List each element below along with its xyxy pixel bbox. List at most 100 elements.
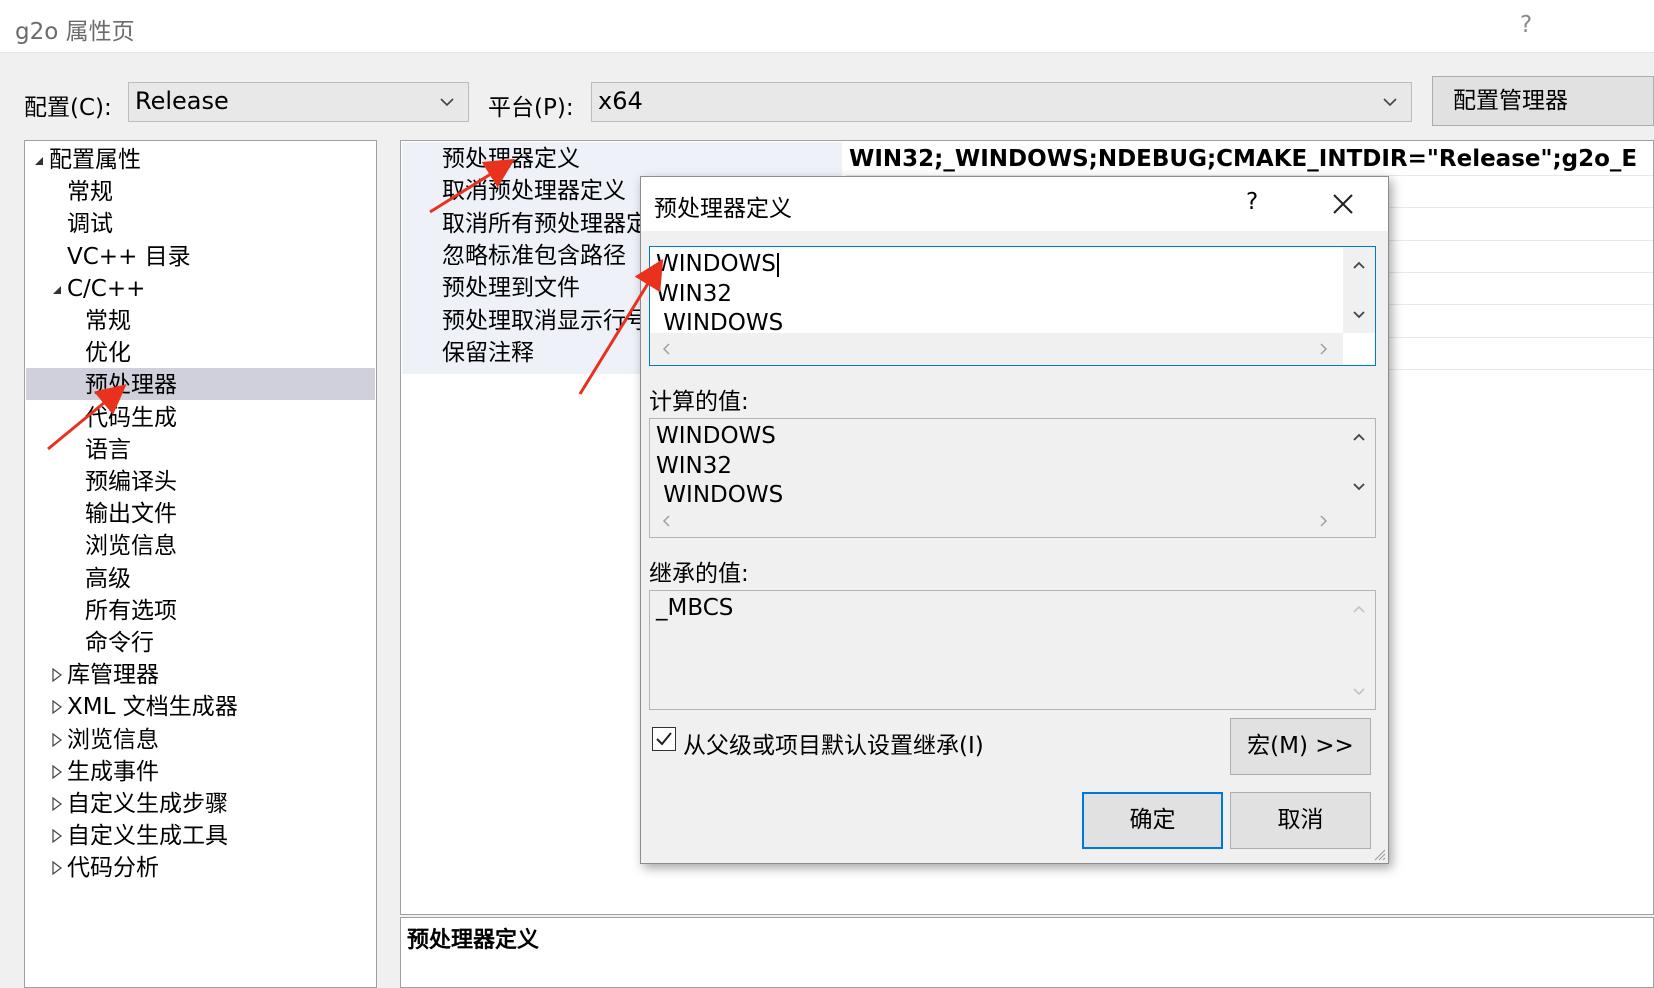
- config-label: 配置(C):: [24, 95, 112, 121]
- tree-item-label: 所有选项: [85, 597, 177, 624]
- collapsed-triangle-icon[interactable]: [51, 727, 63, 753]
- tree-item-label: 代码分析: [67, 855, 159, 882]
- property-name[interactable]: 忽略标准包含路径: [442, 240, 626, 272]
- dialog-titlebar: 预处理器定义 ?: [641, 177, 1388, 231]
- tree-item[interactable]: 优化: [85, 337, 131, 369]
- dialog-help-button[interactable]: ?: [1246, 189, 1258, 215]
- tree-item-label: 配置属性: [49, 147, 141, 173]
- collapsed-triangle-icon[interactable]: [51, 823, 63, 849]
- property-value[interactable]: WIN32;_WINDOWS;NDEBUG;CMAKE_INTDIR="Rele…: [849, 143, 1637, 175]
- tree-item-label: 输出文件: [85, 501, 177, 528]
- tree-item[interactable]: 调试: [67, 208, 113, 240]
- tree-item[interactable]: 生成事件: [51, 756, 159, 788]
- expanded-triangle-icon[interactable]: [51, 276, 63, 302]
- category-tree[interactable]: 配置属性 常规 调试 VC++ 目录 C/C++ 常规 优化 预处理器 代码生成 语言 预编译头 输出…: [24, 140, 377, 988]
- tree-item-label: 常规: [85, 308, 131, 334]
- config-dropdown-value: Release: [135, 87, 229, 115]
- tree-item-label: 预处理器: [85, 372, 177, 399]
- scroll-up-icon[interactable]: [1351, 257, 1367, 273]
- tree-item-label: 浏览信息: [85, 533, 177, 560]
- computed-horizontal-scrollbar[interactable]: [650, 505, 1343, 537]
- property-name[interactable]: 预处理取消显示行号: [442, 305, 649, 337]
- scroll-down-icon[interactable]: [1351, 307, 1367, 323]
- collapsed-triangle-icon[interactable]: [51, 855, 63, 881]
- property-name[interactable]: 预处理到文件: [442, 272, 580, 304]
- configuration-manager-button[interactable]: 配置管理器: [1432, 76, 1654, 126]
- tree-item[interactable]: 所有选项: [85, 595, 177, 627]
- scroll-down-icon[interactable]: [1351, 479, 1367, 495]
- list-line: WIN32: [656, 452, 732, 479]
- tree-item[interactable]: 代码分析: [51, 852, 159, 884]
- tree-item[interactable]: 命令行: [85, 627, 154, 659]
- tree-item-label: 常规: [67, 179, 113, 206]
- computed-vertical-scrollbar[interactable]: [1343, 419, 1375, 505]
- inherit-checkbox-label[interactable]: 从父级或项目默认设置继承(I): [683, 726, 984, 760]
- computed-values-box: WINDOWS WIN32 WINDOWS: [649, 418, 1376, 538]
- collapsed-triangle-icon[interactable]: [51, 791, 63, 817]
- tree-item[interactable]: XML 文档生成器: [51, 691, 238, 723]
- tree-item-label: 库管理器: [67, 662, 159, 689]
- collapsed-triangle-icon[interactable]: [51, 662, 63, 688]
- tree-item[interactable]: 自定义生成工具: [51, 820, 228, 852]
- platform-label: 平台(P):: [488, 95, 574, 121]
- tree-item[interactable]: 常规: [67, 176, 113, 208]
- tree-item[interactable]: 常规: [85, 305, 131, 337]
- tree-item-label: 优化: [85, 340, 131, 367]
- tree-item[interactable]: 高级: [85, 563, 131, 595]
- expanded-triangle-icon[interactable]: [33, 147, 45, 173]
- tree-item[interactable]: 配置属性: [33, 144, 141, 176]
- tree-item[interactable]: 语言: [85, 434, 131, 466]
- scroll-right-icon[interactable]: [1316, 513, 1332, 529]
- tree-item-label: VC++ 目录: [67, 243, 191, 270]
- scroll-up-icon[interactable]: [1351, 429, 1367, 445]
- close-icon[interactable]: [1331, 192, 1355, 216]
- edit-horizontal-scrollbar[interactable]: [650, 333, 1343, 365]
- list-line: WINDOWS: [656, 251, 776, 277]
- tree-item[interactable]: 预处理器: [85, 369, 177, 401]
- config-dropdown[interactable]: Release: [128, 82, 469, 122]
- property-name[interactable]: 取消预处理器定义: [442, 175, 626, 207]
- edit-vertical-scrollbar[interactable]: [1343, 247, 1375, 333]
- tree-item[interactable]: VC++ 目录: [67, 241, 191, 273]
- tree-item[interactable]: C/C++: [51, 273, 145, 305]
- tree-item-label: 语言: [85, 436, 131, 463]
- tree-item-label: 命令行: [85, 630, 154, 656]
- cancel-button[interactable]: 取消: [1230, 792, 1371, 849]
- scroll-left-icon[interactable]: [658, 341, 674, 357]
- property-name[interactable]: 预处理器定义: [442, 143, 580, 175]
- tree-item[interactable]: 浏览信息: [51, 724, 159, 756]
- platform-dropdown[interactable]: x64: [591, 82, 1412, 122]
- definitions-edit-box[interactable]: WINDOWS WIN32 WINDOWS: [649, 246, 1376, 366]
- tree-item-label: 自定义生成工具: [67, 823, 228, 850]
- collapsed-triangle-icon[interactable]: [51, 694, 63, 720]
- property-name[interactable]: 保留注释: [442, 337, 534, 369]
- chevron-down-icon: [1383, 98, 1397, 107]
- help-button[interactable]: ?: [1520, 12, 1532, 38]
- scroll-right-icon[interactable]: [1316, 341, 1332, 357]
- scroll-up-icon: [1353, 605, 1365, 613]
- tree-selection-highlight: [26, 368, 375, 400]
- inherit-checkbox[interactable]: [652, 727, 676, 751]
- macros-button[interactable]: 宏(M) >>: [1230, 718, 1371, 775]
- tree-item[interactable]: 库管理器: [51, 659, 159, 691]
- computed-values-label: 计算的值:: [649, 389, 749, 415]
- preprocessor-definitions-dialog: 预处理器定义 ? WINDOWS WIN32 WINDOWS 计算的值: WIND…: [640, 176, 1389, 864]
- resize-grip-icon[interactable]: [1372, 847, 1386, 861]
- text-cursor: [777, 253, 779, 277]
- tree-item[interactable]: 浏览信息: [85, 530, 177, 562]
- tree-item-label: 高级: [85, 565, 131, 592]
- ok-button[interactable]: 确定: [1082, 792, 1223, 849]
- scroll-left-icon[interactable]: [658, 513, 674, 529]
- tree-item[interactable]: 代码生成: [85, 402, 177, 434]
- tree-item[interactable]: 输出文件: [85, 498, 177, 530]
- tree-item[interactable]: 自定义生成步骤: [51, 788, 228, 820]
- window-title: g2o 属性页: [15, 19, 135, 45]
- window-titlebar: g2o 属性页 ?: [0, 0, 1654, 53]
- tree-item[interactable]: 预编译头: [85, 466, 177, 498]
- list-line: WINDOWS: [656, 423, 776, 449]
- tree-item-label: XML 文档生成器: [67, 694, 238, 721]
- collapsed-triangle-icon[interactable]: [51, 759, 63, 785]
- chevron-down-icon: [440, 98, 454, 107]
- property-name[interactable]: 取消所有预处理器定: [442, 208, 649, 240]
- description-title: 预处理器定义: [407, 928, 540, 953]
